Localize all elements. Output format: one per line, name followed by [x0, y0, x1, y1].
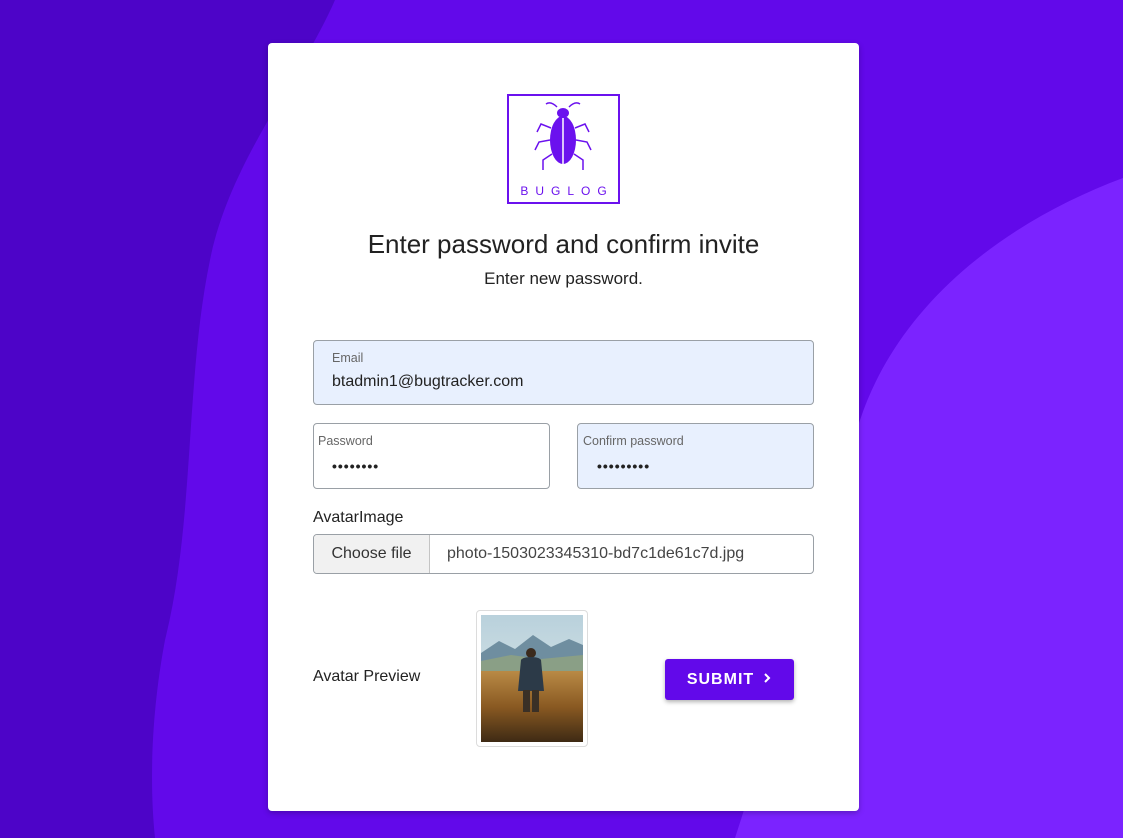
invite-card: BUGLOG Enter password and confirm invite…	[268, 43, 859, 811]
submit-button[interactable]: SUBMIT	[665, 659, 794, 700]
email-field[interactable]: Email btadmin1@bugtracker.com	[313, 340, 814, 405]
password-label: Password	[318, 434, 373, 448]
email-input[interactable]: btadmin1@bugtracker.com	[332, 373, 792, 391]
email-label: Email	[332, 351, 364, 365]
avatar-image-label: AvatarImage	[313, 509, 404, 526]
selected-file-name: photo-1503023345310-bd7c1de61c7d.jpg	[447, 545, 745, 562]
submit-label: SUBMIT	[686, 671, 755, 688]
chevron-right-icon	[762, 659, 772, 700]
bug-icon	[534, 102, 592, 170]
password-field[interactable]: Password ••••••••	[313, 423, 550, 489]
avatar-preview-image	[481, 615, 583, 742]
password-input[interactable]: ••••••••	[332, 458, 379, 474]
buglog-logo: BUGLOG	[507, 94, 620, 204]
confirm-password-input[interactable]: •••••••••	[597, 458, 650, 474]
logo-text: BUGLOG	[520, 184, 614, 198]
avatar-preview-label: Avatar Preview	[313, 668, 421, 685]
avatar-file-input[interactable]: Choose file photo-1503023345310-bd7c1de6…	[313, 534, 814, 574]
avatar-preview	[476, 610, 588, 747]
confirm-password-field[interactable]: Confirm password •••••••••	[577, 423, 814, 489]
page-title: Enter password and confirm invite	[367, 229, 760, 259]
confirm-password-label: Confirm password	[583, 434, 684, 448]
page-subtitle: Enter new password.	[484, 269, 643, 288]
choose-file-button[interactable]: Choose file	[314, 535, 430, 573]
